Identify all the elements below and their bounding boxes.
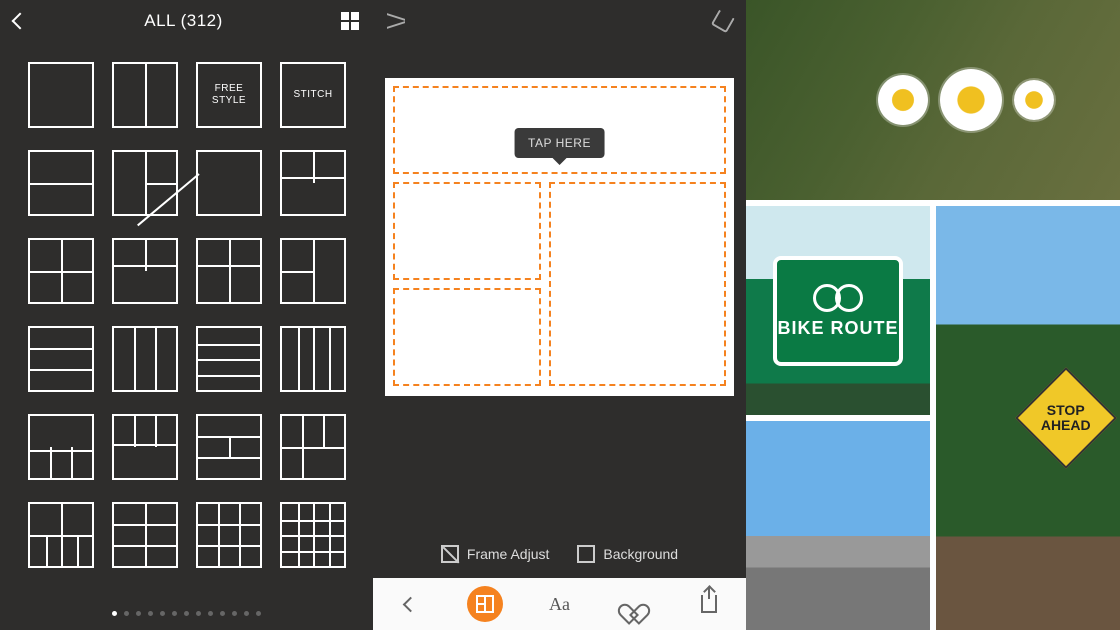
page-dot-4[interactable]: [160, 611, 165, 616]
grid-view-icon[interactable]: [341, 12, 359, 30]
bicycle-icon: [813, 282, 863, 312]
text-tab-button[interactable]: Aa: [541, 586, 577, 622]
share-icon: [701, 595, 717, 613]
collage-photo-bridge: [746, 421, 930, 630]
template-14[interactable]: [196, 326, 262, 392]
chevron-left-icon: [403, 596, 419, 612]
heart-icon: [624, 595, 644, 613]
bike-route-sign: BIKE ROUTE: [773, 256, 903, 366]
background-button[interactable]: Background: [577, 545, 678, 563]
photo-slot-4[interactable]: [549, 182, 726, 386]
background-label: Background: [603, 546, 678, 562]
favorite-button[interactable]: [616, 586, 652, 622]
template-20[interactable]: [28, 502, 94, 568]
template-2[interactable]: FREE STYLE: [196, 62, 262, 128]
template-9[interactable]: [112, 238, 178, 304]
stop-ahead-sign: STOP AHEAD: [1015, 367, 1117, 469]
layouts-title: ALL (312): [144, 11, 223, 31]
background-icon: [577, 545, 595, 563]
frame-adjust-label: Frame Adjust: [467, 546, 549, 562]
photo-slot-2[interactable]: [393, 182, 541, 280]
editor-bottombar: Aa: [373, 578, 746, 630]
template-10[interactable]: [196, 238, 262, 304]
page-dots: [0, 611, 373, 616]
page-dot-10[interactable]: [232, 611, 237, 616]
share-button[interactable]: [691, 586, 727, 622]
layout-tab-button[interactable]: [467, 586, 503, 622]
page-dot-12[interactable]: [256, 611, 261, 616]
collage-canvas[interactable]: TAP HERE: [385, 78, 734, 396]
template-22[interactable]: [196, 502, 262, 568]
template-1[interactable]: [112, 62, 178, 128]
page-dot-5[interactable]: [172, 611, 177, 616]
template-4[interactable]: [28, 150, 94, 216]
template-grid: FREE STYLE STITCH: [0, 42, 373, 578]
page-dot-8[interactable]: [208, 611, 213, 616]
template-13[interactable]: [112, 326, 178, 392]
template-11[interactable]: [280, 238, 346, 304]
frame-adjust-button[interactable]: Frame Adjust: [441, 545, 549, 563]
page-dot-11[interactable]: [244, 611, 249, 616]
template-15[interactable]: [280, 326, 346, 392]
stop-ahead-text: STOP AHEAD: [1032, 403, 1100, 434]
template-6[interactable]: [196, 150, 262, 216]
page-dot-0[interactable]: [112, 611, 117, 616]
template-8[interactable]: [28, 238, 94, 304]
layout-icon: [467, 586, 503, 622]
template-21[interactable]: [112, 502, 178, 568]
layouts-panel: ALL (312) FREE STYLE STITCH: [0, 0, 373, 630]
collage-photo-bike-sign: BIKE ROUTE: [746, 206, 930, 415]
template-19[interactable]: [280, 414, 346, 480]
bike-route-text: BIKE ROUTE: [777, 318, 898, 339]
back-icon[interactable]: [12, 13, 29, 30]
shuffle-icon[interactable]: [387, 14, 405, 28]
result-collage: BIKE ROUTE STOP AHEAD: [746, 0, 1120, 630]
template-7[interactable]: [280, 150, 346, 216]
nav-back-button[interactable]: [392, 586, 428, 622]
frame-adjust-icon: [441, 545, 459, 563]
template-12[interactable]: [28, 326, 94, 392]
editor-panel: TAP HERE Frame Adjust Background Aa: [373, 0, 746, 630]
collage-photo-stop-sign: STOP AHEAD: [936, 206, 1120, 630]
template-3[interactable]: STITCH: [280, 62, 346, 128]
template-17[interactable]: [112, 414, 178, 480]
template-5[interactable]: [112, 150, 178, 216]
collage-grid: BIKE ROUTE STOP AHEAD: [746, 0, 1120, 630]
template-0[interactable]: [28, 62, 94, 128]
page-dot-7[interactable]: [196, 611, 201, 616]
layouts-topbar: ALL (312): [0, 0, 373, 42]
template-18[interactable]: [196, 414, 262, 480]
page-dot-6[interactable]: [184, 611, 189, 616]
template-23[interactable]: [280, 502, 346, 568]
page-dot-1[interactable]: [124, 611, 129, 616]
collage-photo-daisies: [746, 0, 1120, 200]
page-dot-2[interactable]: [136, 611, 141, 616]
tap-here-tooltip: TAP HERE: [514, 128, 605, 158]
editor-topbar: [373, 0, 746, 42]
recycle-icon[interactable]: [711, 9, 736, 34]
template-16[interactable]: [28, 414, 94, 480]
page-dot-9[interactable]: [220, 611, 225, 616]
photo-slot-3[interactable]: [393, 288, 541, 386]
page-dot-3[interactable]: [148, 611, 153, 616]
editor-midbar: Frame Adjust Background: [373, 530, 746, 578]
